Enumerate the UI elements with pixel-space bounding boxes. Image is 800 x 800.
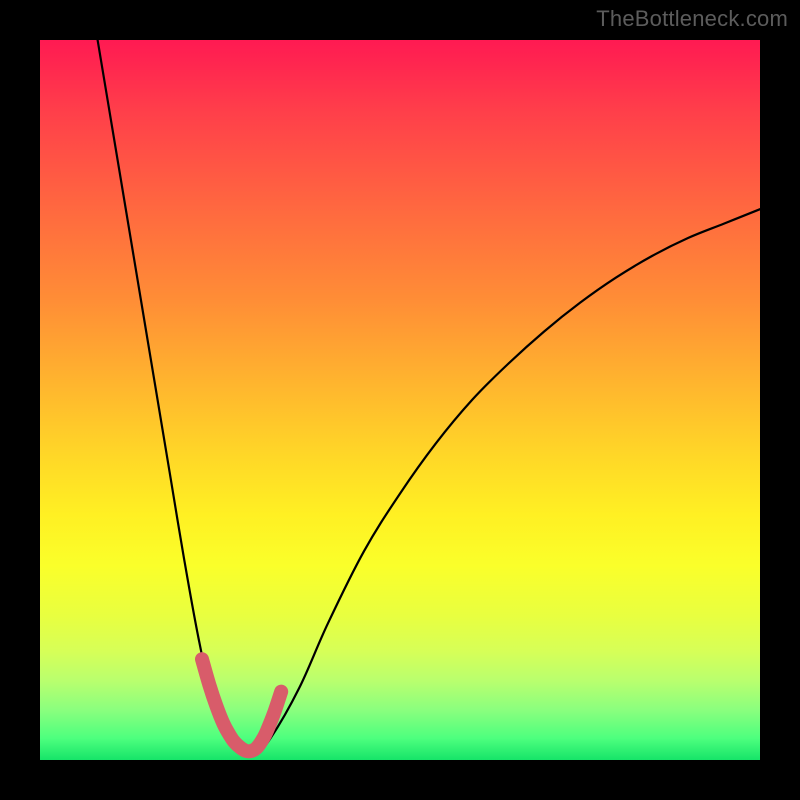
plot-area — [40, 40, 760, 760]
curve-layer — [40, 40, 760, 760]
chart-frame: TheBottleneck.com — [0, 0, 800, 800]
optimal-range-highlight — [202, 659, 281, 751]
watermark-text: TheBottleneck.com — [596, 6, 788, 32]
bottleneck-curve — [98, 40, 760, 755]
